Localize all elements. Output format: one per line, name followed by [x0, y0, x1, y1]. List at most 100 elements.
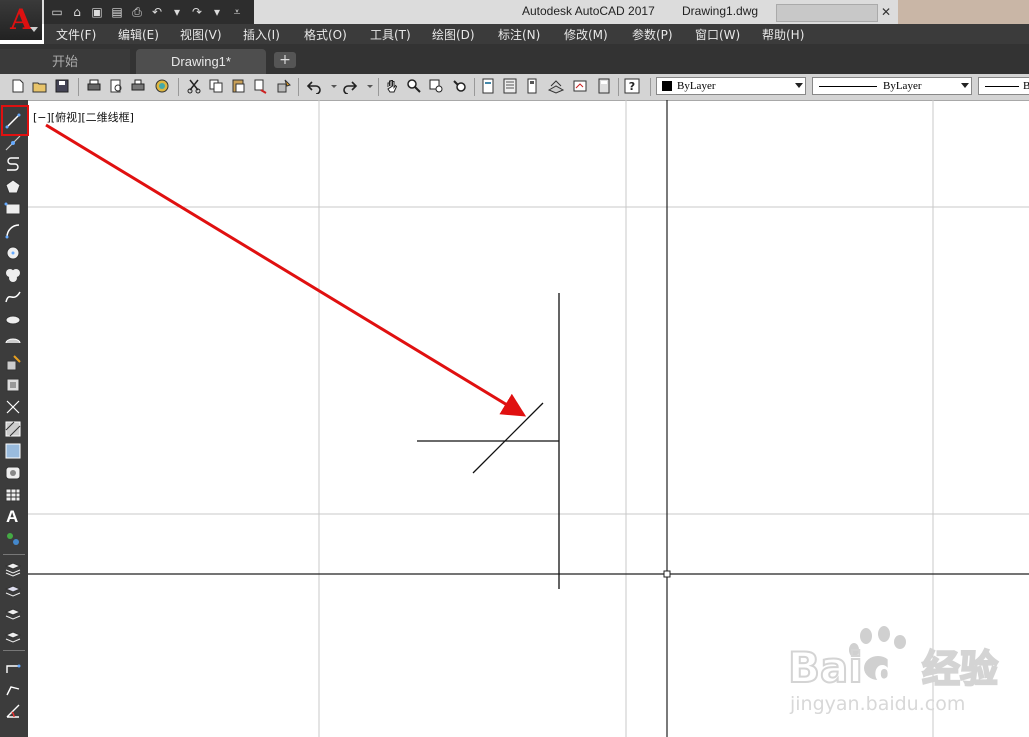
- calculator-icon[interactable]: [596, 78, 612, 94]
- properties-icon[interactable]: [480, 78, 496, 94]
- redo-dropdown-icon[interactable]: [362, 78, 378, 94]
- cut-icon[interactable]: [186, 78, 202, 94]
- color-control-value: ByLayer: [677, 80, 716, 92]
- chevron-down-icon: [961, 83, 969, 88]
- viewport-controls-label[interactable]: [−][俯视][二维线框]: [33, 109, 134, 125]
- undo-dropdown-icon[interactable]: [326, 78, 342, 94]
- copy-icon[interactable]: [208, 78, 224, 94]
- save-icon[interactable]: [54, 78, 70, 94]
- tab-drawing1[interactable]: Drawing1*: [136, 49, 266, 74]
- redo-icon[interactable]: [342, 78, 358, 94]
- color-swatch: [662, 81, 672, 91]
- application-menu-button[interactable]: A: [0, 0, 42, 40]
- zoom-previous-icon[interactable]: [452, 78, 468, 94]
- menu-format[interactable]: 格式(O): [304, 26, 347, 43]
- menu-help[interactable]: 帮助(H): [762, 26, 804, 43]
- revision-cloud-icon[interactable]: [4, 266, 22, 284]
- menu-draw[interactable]: 绘图(D): [432, 26, 475, 43]
- layer-states-icon[interactable]: [4, 582, 22, 600]
- undo-icon[interactable]: ↶: [148, 3, 166, 21]
- table-icon[interactable]: [4, 486, 22, 504]
- dimension-angular-icon[interactable]: [4, 702, 22, 720]
- menu-edit[interactable]: 编辑(E): [118, 26, 159, 43]
- add-selected-icon[interactable]: [4, 530, 22, 548]
- redo-dropdown-icon[interactable]: ▾: [208, 3, 226, 21]
- arc-icon[interactable]: [4, 222, 22, 240]
- new-tab-button[interactable]: +: [274, 52, 296, 68]
- toolbar-separator: [78, 78, 79, 96]
- publish-icon[interactable]: [130, 78, 146, 94]
- construction-line-icon[interactable]: [4, 134, 22, 152]
- menu-file[interactable]: 文件(F): [56, 26, 96, 43]
- diagonal-line[interactable]: [472, 402, 544, 474]
- design-center-icon[interactable]: [502, 78, 518, 94]
- ellipse-icon[interactable]: [4, 310, 22, 328]
- open-icon[interactable]: [32, 78, 48, 94]
- search-input[interactable]: [776, 4, 878, 22]
- toolbar-separator: [650, 78, 651, 96]
- linetype-control-value: ByLayer: [883, 80, 922, 92]
- menu-dimension[interactable]: 标注(N): [498, 26, 540, 43]
- layer-properties-icon[interactable]: [4, 560, 22, 578]
- plot-preview-icon[interactable]: [108, 78, 124, 94]
- menu-modify[interactable]: 修改(M): [564, 26, 608, 43]
- lineweight-control-dropdown[interactable]: B: [978, 77, 1029, 95]
- rectangle-icon[interactable]: [4, 200, 22, 218]
- undo-dropdown-icon[interactable]: ▾: [168, 3, 186, 21]
- region-icon[interactable]: [4, 464, 22, 482]
- sheet-set-icon[interactable]: [548, 78, 564, 94]
- match-properties-icon[interactable]: [252, 78, 268, 94]
- qnew-icon[interactable]: [10, 78, 26, 94]
- insert-block-icon[interactable]: [4, 354, 22, 372]
- tab-start[interactable]: 开始: [0, 49, 130, 74]
- origin-grip[interactable]: [663, 570, 671, 578]
- block-editor-icon[interactable]: [276, 78, 292, 94]
- polygon-icon[interactable]: [4, 178, 22, 196]
- title-bar: ▭ ⌂ ▣ ▤ ⎙ ↶ ▾ ↷ ▾ ⩡ Autodesk AutoCAD 201…: [0, 0, 1029, 24]
- save-as-icon[interactable]: ▤: [108, 3, 126, 21]
- linetype-control-dropdown[interactable]: ByLayer: [812, 77, 972, 95]
- open-folder-icon[interactable]: ⌂: [68, 3, 86, 21]
- chevron-down-icon: [30, 27, 38, 32]
- gradient-icon[interactable]: [4, 442, 22, 460]
- new-file-icon[interactable]: ▭: [48, 3, 66, 21]
- menu-tools[interactable]: 工具(T): [370, 26, 411, 43]
- menu-window[interactable]: 窗口(W): [695, 26, 740, 43]
- point-icon[interactable]: [4, 398, 22, 416]
- markup-set-icon[interactable]: [572, 78, 588, 94]
- pan-hand-icon[interactable]: [384, 78, 400, 94]
- color-control-dropdown[interactable]: ByLayer: [656, 77, 806, 95]
- close-icon[interactable]: ✕: [878, 4, 894, 20]
- dimension-aligned-icon[interactable]: [4, 680, 22, 698]
- menu-insert[interactable]: 插入(I): [243, 26, 280, 43]
- circle-icon[interactable]: [4, 244, 22, 262]
- ellipse-arc-icon[interactable]: [4, 332, 22, 350]
- hatch-icon[interactable]: [4, 420, 22, 438]
- print-icon[interactable]: ⎙: [128, 3, 146, 21]
- undo-icon[interactable]: [306, 78, 322, 94]
- plot-icon[interactable]: [86, 78, 102, 94]
- chevron-down-icon: [795, 83, 803, 88]
- redo-icon[interactable]: ↷: [188, 3, 206, 21]
- zoom-window-icon[interactable]: [428, 78, 444, 94]
- multiline-text-icon[interactable]: A: [6, 508, 18, 526]
- menu-view[interactable]: 视图(V): [180, 26, 222, 43]
- save-icon[interactable]: ▣: [88, 3, 106, 21]
- draw-toolbar: A: [0, 100, 28, 737]
- tool-palettes-icon[interactable]: [524, 78, 540, 94]
- customize-qat-icon[interactable]: ⩡: [228, 3, 246, 21]
- baidu-jingyan-watermark: Bai du 经验 jingyan.baidu.com: [788, 626, 999, 715]
- 3d-print-icon[interactable]: [154, 78, 170, 94]
- menu-parametric[interactable]: 参数(P): [632, 26, 673, 43]
- polyline-icon[interactable]: [4, 156, 22, 174]
- help-icon[interactable]: ?: [624, 78, 640, 94]
- spline-icon[interactable]: [4, 288, 22, 306]
- zoom-realtime-icon[interactable]: [406, 78, 422, 94]
- layer-previous-icon[interactable]: [4, 604, 22, 622]
- dimension-linear-icon[interactable]: [4, 658, 22, 676]
- make-block-icon[interactable]: [4, 376, 22, 394]
- paste-icon[interactable]: [230, 78, 246, 94]
- toolbar-separator: [3, 554, 25, 555]
- watermark-brand: Bai: [788, 643, 863, 692]
- layer-isolate-icon[interactable]: [4, 626, 22, 644]
